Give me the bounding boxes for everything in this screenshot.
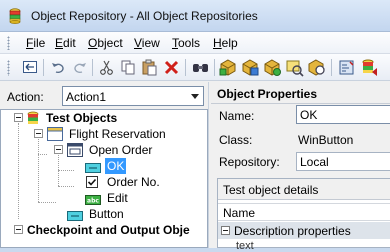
menu-file[interactable]: File	[26, 36, 45, 50]
repository-icon	[9, 8, 21, 24]
tree-label: Order No.	[107, 175, 160, 189]
properties-pane: Object Properties Name: Class: WinButton…	[208, 82, 390, 252]
action-label: Action:	[7, 90, 44, 104]
collapse-flight-reservation[interactable]	[34, 129, 43, 138]
redo-icon[interactable]	[70, 58, 89, 77]
tree-label-selected: OK	[105, 158, 127, 174]
window-title: Object Repository - All Object Repositor…	[31, 9, 258, 23]
action-dropdown-value: Action1	[66, 90, 107, 104]
navigate-back-icon[interactable]	[21, 58, 40, 77]
group-label: Description properties	[234, 224, 351, 238]
paste-icon[interactable]	[140, 58, 159, 77]
tree-label: Open Order	[89, 143, 153, 157]
collapse-description-icon[interactable]	[221, 226, 230, 235]
add-objects-icon[interactable]	[219, 58, 238, 77]
button-icon	[85, 161, 101, 177]
class-label: Class:	[219, 133, 253, 147]
copy-icon[interactable]	[119, 58, 138, 77]
details-header[interactable]: Test object details	[218, 179, 390, 200]
menu-view[interactable]: View	[134, 36, 160, 50]
repository-field: Local	[296, 152, 390, 171]
tree-label: Checkpoint and Output Obje	[27, 223, 190, 237]
collapse-test-objects[interactable]	[14, 113, 23, 122]
class-value: WinButton	[298, 133, 354, 147]
dialog-icon	[67, 143, 83, 161]
toolbar	[0, 54, 390, 81]
menu-bar: File Edit Object View Tools Help	[0, 32, 390, 54]
tree-label: Test Objects	[46, 111, 118, 125]
object-repository-window: Object Repository - All Object Repositor…	[0, 0, 390, 252]
export-icon[interactable]	[360, 58, 379, 77]
left-pane: Action: Action1 Test Objects Flight Rese…	[0, 82, 208, 248]
object-properties-header: Object Properties	[217, 87, 318, 101]
toolbar-grip[interactable]	[7, 60, 10, 76]
divider	[211, 103, 390, 104]
window-icon	[47, 127, 63, 145]
action-dropdown[interactable]: Action1	[62, 86, 204, 106]
tree-label: Edit	[107, 191, 128, 205]
tree-label: Flight Reservation	[69, 127, 166, 141]
highlight-icon[interactable]	[285, 58, 304, 77]
menu-help[interactable]: Help	[213, 36, 238, 50]
repository-value: Local	[300, 155, 329, 169]
menu-edit[interactable]: Edit	[55, 36, 76, 50]
title-bar[interactable]: Object Repository - All Object Repositor…	[0, 0, 390, 32]
menu-object[interactable]: Object	[88, 36, 123, 50]
column-name-label: Name	[223, 206, 256, 220]
property-row[interactable]: text	[236, 240, 254, 252]
collapse-open-order[interactable]	[54, 145, 63, 154]
chevron-down-icon[interactable]	[187, 87, 203, 105]
add-checkpoint-icon[interactable]	[263, 58, 282, 77]
checkbox-icon	[86, 176, 98, 192]
update-from-app-icon[interactable]	[241, 58, 260, 77]
name-label: Name:	[219, 109, 255, 123]
cut-icon[interactable]	[97, 58, 116, 77]
svg-text:abc: abc	[87, 198, 99, 205]
locate-icon[interactable]	[307, 58, 326, 77]
collapse-checkpoint[interactable]	[14, 225, 23, 234]
test-object-details: Test object details Name Description pro…	[217, 178, 390, 252]
menu-tools[interactable]: Tools	[172, 36, 200, 50]
undo-icon[interactable]	[49, 58, 68, 77]
delete-icon[interactable]	[162, 58, 181, 77]
name-field[interactable]	[296, 105, 390, 124]
description-properties-group[interactable]: Description properties	[218, 222, 390, 239]
object-tree: Test Objects Flight Reservation Open Ord…	[0, 109, 208, 248]
find-icon[interactable]	[191, 58, 210, 77]
repository-label: Repository:	[219, 155, 280, 169]
repository-icon	[27, 111, 39, 130]
details-header-label: Test object details	[223, 183, 319, 197]
menu-grip[interactable]	[7, 36, 10, 50]
object-spy-icon[interactable]	[337, 58, 356, 77]
tree-label: Button	[89, 207, 124, 221]
column-header-name[interactable]: Name	[218, 203, 390, 221]
